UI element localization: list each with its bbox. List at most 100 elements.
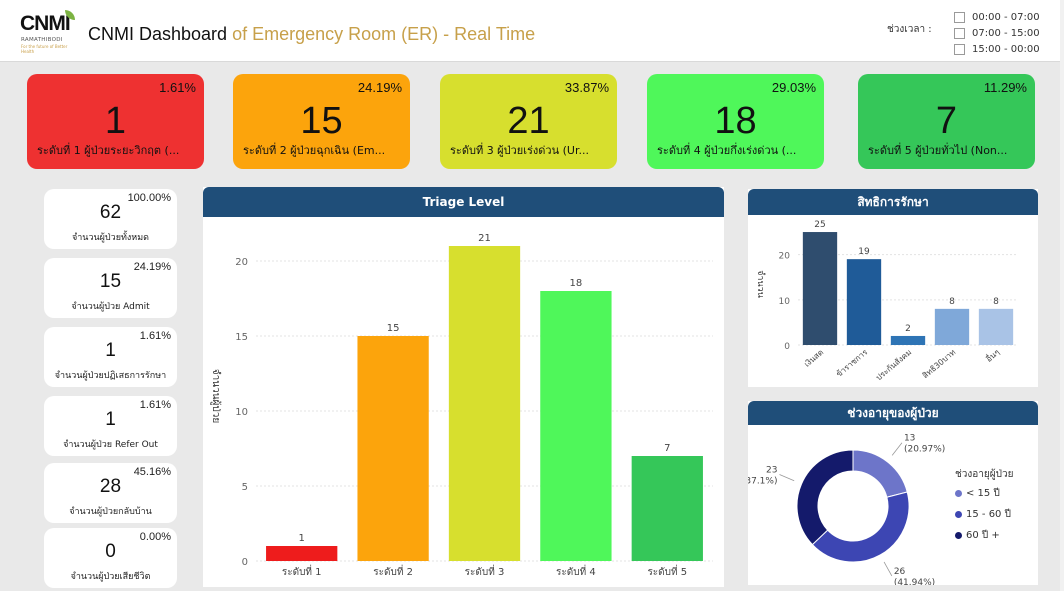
data-label: 25 xyxy=(814,220,825,230)
triage-chart-title: Triage Level xyxy=(203,187,724,217)
legend-label: < 15 ปี xyxy=(966,488,1000,499)
slice-value-label: 26 xyxy=(894,567,906,577)
y-tick-label: 0 xyxy=(242,557,248,568)
kpi-value: 7 xyxy=(935,100,958,142)
leader-line xyxy=(891,442,903,456)
triage-level-panel: Triage Level 0 5 10 15 20 1 ระดับที่ 1 15 ระดับท… xyxy=(203,187,724,587)
slice-percent-label: (41.94%) xyxy=(894,578,935,585)
slice-percent-label: (37.1%) xyxy=(748,476,777,486)
rights-bar-chart: 0 10 20 25 เงินสด 19 ข้าราชการ 2 ประกันสังคม 8 สิท… xyxy=(755,220,1018,383)
kpi-label: ระดับที่ 5 ผู้ป่วยทั่วไป (Non... xyxy=(868,144,1008,157)
checkbox-icon[interactable] xyxy=(954,43,965,55)
legend-item-under-15[interactable]: < 15 ปี xyxy=(955,486,1000,501)
scrollbar[interactable] xyxy=(1060,0,1064,591)
bar xyxy=(266,546,338,561)
logo-tagline: For the future of Better Health xyxy=(21,44,68,54)
time-option-evening[interactable]: 15:00 - 00:00 xyxy=(954,41,1040,57)
time-option-night[interactable]: 00:00 - 07:00 xyxy=(954,9,1040,25)
card-value: 28 xyxy=(99,476,122,497)
card-refer-out[interactable]: 1.61% 1 จำนวนผู้ป่วย Refer Out xyxy=(44,396,177,456)
time-filter: 00:00 - 07:00 07:00 - 15:00 15:00 - 00:0… xyxy=(954,9,1040,57)
time-option-label: 00:00 - 07:00 xyxy=(972,11,1040,23)
data-label: 15 xyxy=(387,323,400,334)
slice-value-label: 13 xyxy=(904,434,915,444)
card-value: 15 xyxy=(99,271,122,292)
data-label: 21 xyxy=(478,233,491,244)
checkbox-icon[interactable] xyxy=(954,11,965,23)
age-chart-title: ช่วงอายุของผู้ป่วย xyxy=(748,401,1038,425)
dashboard-title: CNMI Dashboard of Emergency Room (ER) - … xyxy=(88,24,535,45)
kpi-label: ระดับที่ 3 ผู้ป่วยเร่งด่วน (Ur... xyxy=(450,144,589,157)
card-label: จำนวนผู้ป่วยปฏิเสธการรักษา xyxy=(54,371,167,381)
kpi-percent: 33.87% xyxy=(564,80,609,95)
kpi-level-2[interactable]: 24.19% 15 ระดับที่ 2 ผู้ป่วยฉุกเฉิน (Em.… xyxy=(233,74,410,169)
kpi-value: 18 xyxy=(714,100,757,142)
logo-subtitle: RAMATHIBODI xyxy=(21,37,63,43)
card-admit[interactable]: 24.19% 15 จำนวนผู้ป่วย Admit xyxy=(44,258,177,318)
x-tick-label: ระดับที่ 2 xyxy=(373,564,413,578)
legend-dot-icon xyxy=(955,532,962,539)
treatment-rights-panel: สิทธิการรักษา 0 10 20 25 เงินสด 19 ข้าราชการ 2 ป… xyxy=(748,189,1038,387)
donut-slice xyxy=(811,491,910,563)
legend-item-over-60[interactable]: 60 ปี + xyxy=(955,528,1000,543)
card-label: จำนวนผู้ป่วยกลับบ้าน xyxy=(69,507,152,517)
slice-value-label: 23 xyxy=(766,465,777,475)
x-tick-label: ระดับที่ 3 xyxy=(465,564,505,578)
card-label: จำนวนผู้ป่วย Admit xyxy=(71,302,150,312)
bar xyxy=(540,291,612,561)
legend-item-15-60[interactable]: 15 - 60 ปี xyxy=(955,507,1011,522)
kpi-level-4[interactable]: 29.03% 18 ระดับที่ 4 ผู้ป่วยกึ่งเร่งด่วน… xyxy=(647,74,824,169)
card-total-patients[interactable]: 100.00% 62 จำนวนผู้ป่วยทั้งหมด xyxy=(44,189,177,249)
donut-slice xyxy=(852,449,908,498)
title-subject: of Emergency Room (ER) - Real Time xyxy=(227,24,536,44)
cnmi-logo: CNMI RAMATHIBODI For the future of Bette… xyxy=(18,8,80,54)
x-tick-label: ระดับที่ 1 xyxy=(282,564,322,578)
bar xyxy=(978,308,1014,345)
time-option-label: 15:00 - 00:00 xyxy=(972,43,1040,55)
card-value: 0 xyxy=(105,541,116,562)
kpi-level-1[interactable]: 1.61% 1 ระดับที่ 1 ผู้ป่วยระยะวิกฤต (... xyxy=(27,74,204,169)
kpi-value: 21 xyxy=(507,100,550,142)
time-filter-label: ช่วงเวลา : xyxy=(887,24,932,35)
card-refused-treatment[interactable]: 1.61% 1 จำนวนผู้ป่วยปฏิเสธการรักษา xyxy=(44,327,177,387)
y-tick-label: 10 xyxy=(235,407,248,418)
kpi-level-5[interactable]: 11.29% 7 ระดับที่ 5 ผู้ป่วยทั่วไป (Non..… xyxy=(858,74,1035,169)
bar xyxy=(890,335,926,345)
x-tick-label: ประกันสังคม xyxy=(874,348,913,383)
donut-slice xyxy=(796,449,854,546)
slice-percent-label: (20.97%) xyxy=(904,445,945,455)
bar xyxy=(357,336,429,561)
age-donut-chart: 13(20.97%) 26(41.94%) 23(37.1%) xyxy=(748,434,945,585)
y-tick-label: 5 xyxy=(242,482,248,493)
y-tick-label: 10 xyxy=(779,297,791,307)
card-value: 62 xyxy=(99,202,122,223)
header-bar: CNMI RAMATHIBODI For the future of Bette… xyxy=(0,0,1060,62)
checkbox-icon[interactable] xyxy=(954,27,965,39)
kpi-percent: 1.61% xyxy=(159,80,196,95)
kpi-percent: 24.19% xyxy=(357,80,402,95)
legend-dot-icon xyxy=(955,490,962,497)
card-label: จำนวนผู้ป่วยเสียชีวิต xyxy=(70,572,151,582)
card-discharged-home[interactable]: 45.16% 28 จำนวนผู้ป่วยกลับบ้าน xyxy=(44,463,177,523)
bar xyxy=(846,259,882,345)
kpi-label: ระดับที่ 1 ผู้ป่วยระยะวิกฤต (... xyxy=(37,144,180,157)
legend-dot-icon xyxy=(955,511,962,518)
bar xyxy=(934,308,970,345)
age-legend-title: ช่วงอายุผู้ป่วย xyxy=(955,469,1014,480)
time-option-morning[interactable]: 07:00 - 15:00 xyxy=(954,25,1040,41)
card-label: จำนวนผู้ป่วยทั้งหมด xyxy=(71,233,150,243)
y-tick-label: 15 xyxy=(235,332,248,343)
rights-chart-title: สิทธิการรักษา xyxy=(748,189,1038,215)
card-value: 1 xyxy=(105,409,116,430)
card-deceased[interactable]: 0.00% 0 จำนวนผู้ป่วยเสียชีวิต xyxy=(44,528,177,588)
x-tick-label: เงินสด xyxy=(803,348,826,369)
bar xyxy=(802,232,838,345)
x-tick-label: สิทธิ30บาท xyxy=(921,348,958,381)
data-label: 8 xyxy=(993,297,999,307)
legend-label: 60 ปี + xyxy=(966,530,1000,541)
kpi-level-3[interactable]: 33.87% 21 ระดับที่ 3 ผู้ป่วยเร่งด่วน (Ur… xyxy=(440,74,617,169)
kpi-label: ระดับที่ 4 ผู้ป่วยกึ่งเร่งด่วน (... xyxy=(657,144,797,157)
y-tick-label: 20 xyxy=(779,252,791,262)
y-axis-label: จำนวนผู้ป่วย xyxy=(210,369,222,423)
kpi-value: 1 xyxy=(104,100,127,142)
